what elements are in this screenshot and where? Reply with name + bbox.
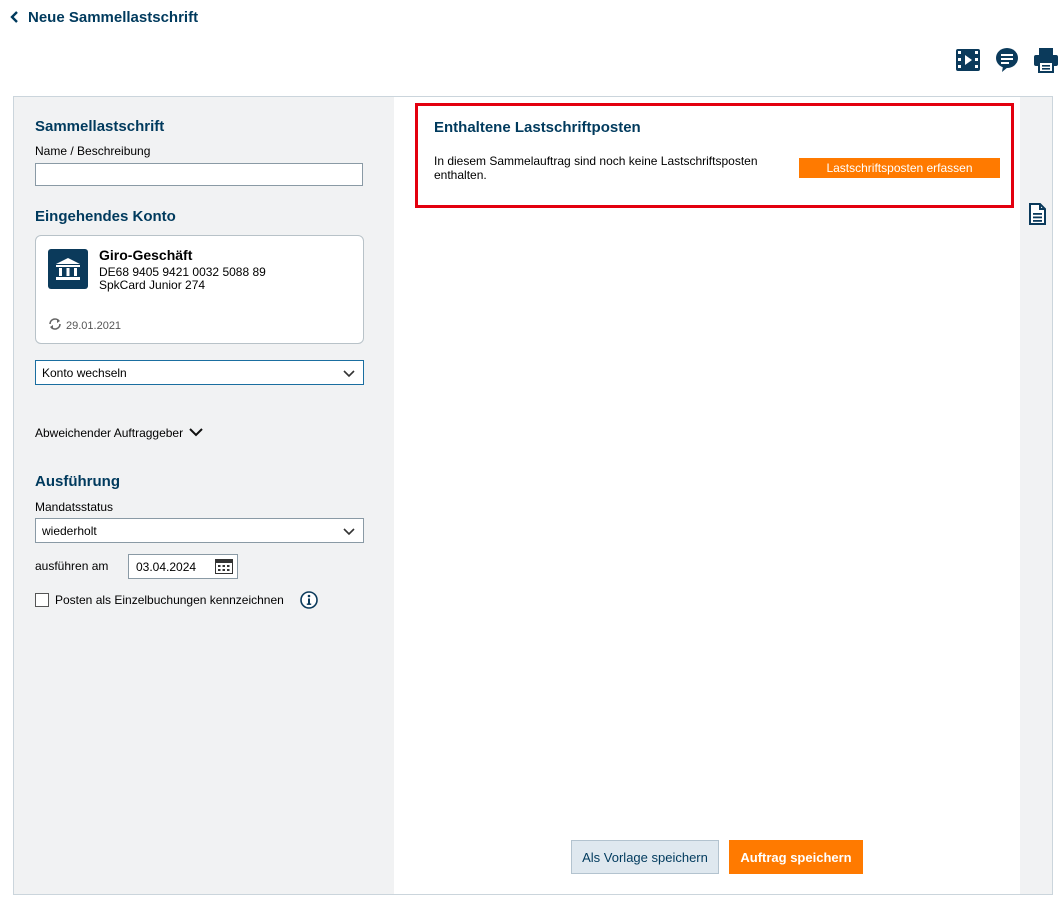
other-payer-toggle[interactable]: Abweichender Auftraggeber [35, 426, 203, 440]
execute-on-value: 03.04.2024 [136, 559, 197, 574]
print-icon[interactable] [1033, 47, 1059, 73]
execute-on-label: ausführen am [35, 559, 109, 573]
chevron-down-icon [343, 368, 355, 382]
account-updated-date: 29.01.2021 [66, 319, 122, 332]
page-title: Neue Sammellastschrift [28, 8, 199, 26]
main-frame: Sammellastschrift Name / Beschreibung Ei… [13, 96, 1053, 895]
mandate-select[interactable]: wiederholt [35, 518, 364, 543]
add-item-button[interactable]: Lastschriftsposten erfassen [799, 158, 1000, 178]
bank-icon [48, 249, 88, 289]
save-template-button[interactable]: Als Vorlage speichern [571, 840, 719, 874]
account-name: Giro-Geschäft [99, 247, 193, 263]
section-title-sammellastschrift: Sammellastschrift [35, 118, 165, 135]
toolbar [955, 47, 1059, 73]
document-icon[interactable] [1028, 203, 1046, 225]
calendar-icon[interactable] [215, 559, 233, 577]
mandate-label: Mandatsstatus [35, 500, 114, 514]
single-booking-checkbox[interactable] [35, 593, 49, 607]
content-title: Enthaltene Lastschriftposten [434, 119, 641, 136]
change-account-label: Konto wechseln [42, 365, 127, 380]
account-updated: 29.01.2021 [48, 318, 121, 333]
refresh-icon[interactable] [48, 318, 62, 333]
chat-icon[interactable] [994, 47, 1020, 73]
account-card: Giro-Geschäft DE68 9405 9421 0032 5088 8… [35, 235, 364, 344]
empty-message: In diesem Sammelauftrag sind noch keine … [434, 154, 758, 182]
chevron-left-icon [8, 10, 22, 24]
single-booking-label: Posten als Einzelbuchungen kennzeichnen [55, 593, 284, 607]
name-input[interactable] [35, 163, 363, 186]
mandate-value: wiederholt [42, 523, 97, 538]
section-title-account: Eingehendes Konto [35, 208, 176, 225]
change-account-select[interactable]: Konto wechseln [35, 360, 364, 385]
save-order-button[interactable]: Auftrag speichern [729, 840, 863, 874]
chevron-down-icon [343, 526, 355, 540]
execute-on-date-input[interactable]: 03.04.2024 [128, 554, 238, 579]
chevron-down-icon [189, 426, 203, 440]
back-link[interactable]: Neue Sammellastschrift [8, 6, 198, 28]
form-panel: Sammellastschrift Name / Beschreibung Ei… [14, 97, 394, 894]
info-icon[interactable] [300, 591, 318, 609]
account-card-name: SpkCard Junior 274 [99, 278, 206, 292]
single-booking-row: Posten als Einzelbuchungen kennzeichnen [35, 591, 318, 609]
other-payer-label: Abweichender Auftraggeber [35, 426, 184, 440]
video-icon[interactable] [955, 47, 981, 73]
section-title-execution: Ausführung [35, 473, 120, 490]
name-label: Name / Beschreibung [35, 144, 151, 158]
account-iban: DE68 9405 9421 0032 5088 89 [99, 265, 266, 279]
